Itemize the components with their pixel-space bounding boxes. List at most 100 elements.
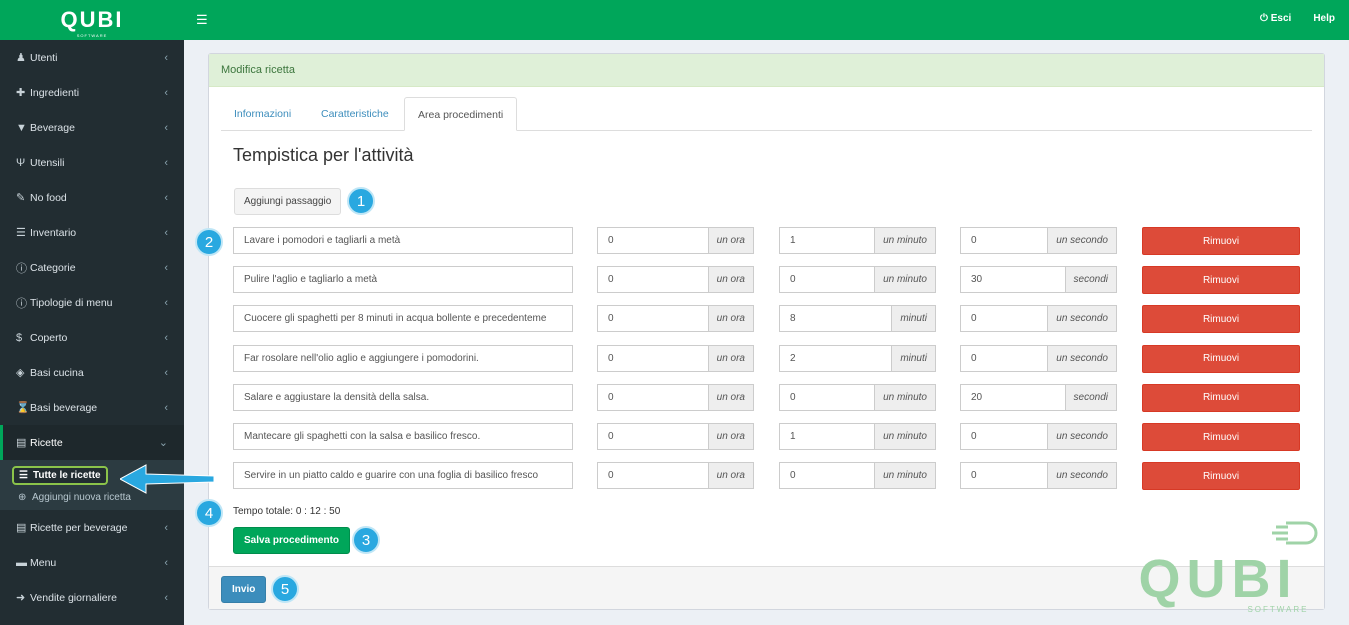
tab-caratteristiche[interactable]: Caratteristiche [308,97,402,131]
minutes-input-group: 0 un minuto [779,266,936,294]
arrow-circle-icon: ➜ [16,592,26,604]
hours-input[interactable]: 0 [597,227,708,254]
seconds-unit: un secondo [1047,462,1117,490]
sidebar-item-no-food[interactable]: ✎ No food ‹ [0,180,184,215]
tab-informazioni[interactable]: Informazioni [221,97,304,131]
sidebar-item-utensili[interactable]: Ψ Utensili ‹ [0,145,184,180]
seconds-input-group: 0 un secondo [960,462,1117,490]
step-description-input[interactable]: Pulire l'aglio e tagliarlo a metà [233,266,573,294]
sidebar-item-ingredienti[interactable]: ✚ Ingredienti ‹ [0,75,184,110]
hours-input[interactable]: 0 [597,462,708,490]
hours-input-group: 0 un ora [597,305,754,333]
minutes-unit: un minuto [874,266,936,294]
help-link[interactable]: Help [1313,13,1335,24]
seconds-input[interactable]: 20 [960,383,1065,411]
sidebar-item-menu[interactable]: ▬ Menu ‹ [0,545,184,580]
sidebar-item-label: No food [30,191,67,204]
logout-label: Esci [1270,13,1292,24]
step-description-input[interactable]: Salare e aggiustare la densità della sal… [233,383,573,411]
chevron-left-icon: ‹ [164,156,168,169]
logout-link[interactable]: ⏻ Esci [1260,13,1291,24]
cutlery-icon: Ψ [16,156,26,169]
seconds-input-group: 0 un secondo [960,227,1117,254]
hourglass-icon: ⌛ [16,402,30,414]
step-description-input[interactable]: Lavare i pomodori e tagliarli a metà [233,227,573,254]
hours-input[interactable]: 0 [597,266,708,294]
cube-icon: ◈ [16,367,25,379]
hours-input[interactable]: 0 [597,344,708,372]
watermark-logo-icon: QUBI SOFTWARE [1139,521,1318,614]
remove-step-button[interactable]: Rimuovi [1142,462,1300,491]
section-title: Tempistica per l'attività [233,145,414,165]
sidebar-item-vendite-giornaliere[interactable]: ➜ Vendite giornaliere ‹ [0,580,184,615]
sidebar-item-label: Menu [30,556,57,569]
seconds-unit: secondi [1064,383,1117,411]
hours-input[interactable]: 0 [597,423,708,450]
minutes-input[interactable]: 2 [779,344,892,372]
sidebar-item-beverage[interactable]: ▼ Beverage ‹ [0,110,184,145]
file-icon: ▤ [16,437,27,449]
submit-button[interactable]: Invio [221,576,267,603]
seconds-input[interactable]: 30 [960,266,1065,294]
sidebar-item-ricette[interactable]: ▤ Ricette ⌄ [0,425,184,460]
chevron-left-icon: ‹ [164,556,168,569]
seconds-input[interactable]: 0 [960,462,1048,490]
callout-badge-3: 3 [352,526,380,554]
logo-text: QUBI [60,7,124,32]
chevron-left-icon: ‹ [164,296,168,309]
hours-input-group: 0 un ora [597,344,754,372]
chevron-left-icon: ‹ [164,401,168,414]
minutes-input[interactable]: 1 [779,423,875,450]
minutes-input[interactable]: 1 [779,227,875,254]
callout-badge-2: 2 [195,228,223,256]
sidebar-item-inventario[interactable]: ☰ Inventario ‹ [0,215,184,250]
minutes-input-group: 2 minuti [779,344,936,372]
svg-text:SOFTWARE: SOFTWARE [1247,605,1308,614]
hours-input-group: 0 un ora [597,227,754,254]
seconds-input-group: 0 un secondo [960,344,1117,372]
sidebar-item-label: Ingredienti [30,86,80,99]
step-description-input[interactable]: Cuocere gli spaghetti per 8 minuti in ac… [233,305,573,333]
remove-step-button[interactable]: Rimuovi [1142,266,1300,295]
add-step-button[interactable]: Aggiungi passaggio [234,188,342,215]
save-procedure-button[interactable]: Salva procedimento [233,527,351,554]
step-description-input[interactable]: Far rosolare nell'olio aglio e aggiunger… [233,344,573,372]
tab-area-procedimenti[interactable]: Area procedimenti [404,97,518,131]
chevron-left-icon: ‹ [164,226,168,239]
hours-unit: un ora [707,227,754,254]
seconds-input[interactable]: 0 [960,227,1048,254]
hours-input[interactable]: 0 [597,383,708,411]
sidebar-item-basi-cucina[interactable]: ◈ Basi cucina ‹ [0,355,184,390]
sidebar-item-label: Utensili [30,156,65,169]
sidebar-item-ricette-per-beverage[interactable]: ▤ Ricette per beverage ‹ [0,510,184,545]
step-row: Pulire l'aglio e tagliarlo a metà 0 un o… [233,266,1313,295]
seconds-input[interactable]: 0 [960,423,1048,450]
minutes-input[interactable]: 0 [779,383,875,411]
seconds-unit: un secondo [1047,305,1117,333]
hours-unit: un ora [707,305,754,333]
sidebar-item-basi-beverage[interactable]: ⌛ Basi beverage ‹ [0,390,184,425]
sidebar-item-utenti[interactable]: ♟ Utenti ‹ [0,40,184,75]
sidebar-item-categorie[interactable]: ⓘ Categorie ‹ [0,250,184,285]
sidebar: QUBI SOFTWARE ♟ Utenti ‹ ✚ Ingredienti ‹ ▼ Beve… [0,0,184,625]
hours-input[interactable]: 0 [597,305,708,333]
sidebar-item-coperto[interactable]: $ Coperto ‹ [0,320,184,355]
remove-step-button[interactable]: Rimuovi [1142,227,1300,255]
remove-step-button[interactable]: Rimuovi [1142,344,1300,373]
seconds-input[interactable]: 0 [960,305,1048,333]
remove-step-button[interactable]: Rimuovi [1142,305,1300,334]
seconds-unit: secondi [1064,266,1117,294]
step-description-input[interactable]: Servire in un piatto caldo e guarire con… [233,462,573,490]
minutes-input[interactable]: 0 [779,462,875,490]
menu-toggle-icon[interactable]: ☰ [196,12,208,28]
remove-step-button[interactable]: Rimuovi [1142,423,1300,451]
remove-step-button[interactable]: Rimuovi [1142,383,1300,412]
sidebar-item-tipologie-di-menu[interactable]: ⓘ Tipologie di menu ‹ [0,285,184,320]
seconds-input[interactable]: 0 [960,344,1048,372]
minutes-input[interactable]: 8 [779,305,892,333]
svg-text:QUBI: QUBI [1139,549,1298,609]
minutes-input[interactable]: 0 [779,266,875,294]
logo[interactable]: QUBI SOFTWARE [0,0,184,40]
sidebar-item-label: Ricette [30,436,63,449]
step-description-input[interactable]: Mantecare gli spaghetti con la salsa e b… [233,423,573,450]
